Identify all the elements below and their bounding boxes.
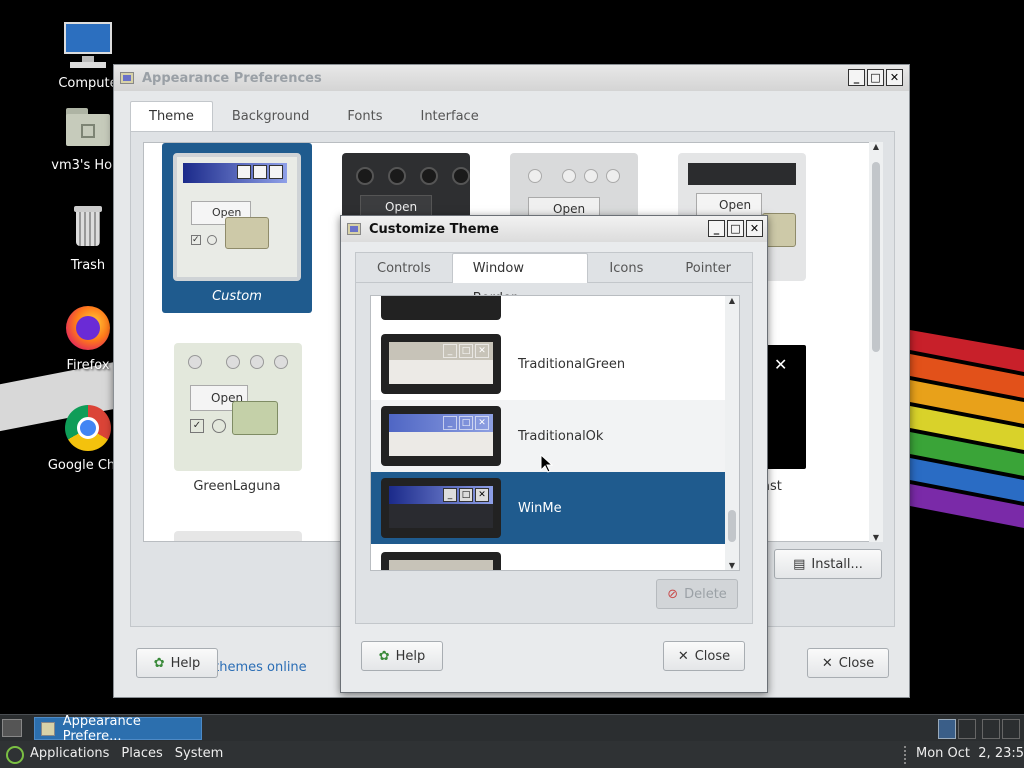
tab-interface[interactable]: Interface [401,101,497,131]
theme-preview: Open ✓ [173,153,301,281]
appearance-titlebar[interactable]: Appearance Preferences _ □ ✕ [114,65,909,91]
customize-tabs: Controls Window Border Icons Pointer [356,253,752,306]
border-name: TraditionalGreen [518,356,626,372]
install-button[interactable]: ▤ Install... [774,549,882,579]
tab-controls[interactable]: Controls [356,253,452,283]
border-preview: _ □ ✕ [381,478,501,538]
computer-icon [62,20,114,72]
close-label: Close [838,655,875,671]
desktop-icon-label: Compute [58,76,118,91]
preview-open-label: Open [696,193,762,217]
theme-label: Custom [212,289,262,304]
home-folder-icon [62,102,114,154]
theme-tile-greenlaguna[interactable]: Open ✓ [174,343,302,471]
close-icon: ✕ [889,71,900,84]
tab-theme[interactable]: Theme [130,101,213,131]
delete-button[interactable]: ⊘ Delete [656,579,738,609]
folder-icon [225,217,269,249]
appearance-help-button[interactable]: ✿ Help [136,648,218,678]
taskbar-item-appearance[interactable]: Appearance Prefere... [34,714,202,744]
border-name: WinMe [518,500,562,516]
menu-places[interactable]: Places [121,746,162,761]
maximize-button[interactable]: □ [867,69,884,86]
minimize-icon: _ [853,71,860,84]
border-preview: _ □ ✕ [381,406,501,466]
list-item[interactable] [371,296,727,326]
list-scrollbar[interactable]: ▲ ▼ [725,296,739,570]
theme-tile-custom[interactable]: Open ✓ Custom [162,143,312,313]
maximize-button[interactable]: □ [727,220,744,237]
panel-separator [904,746,906,764]
help-icon: ✿ [378,648,390,664]
appearance-app-icon [120,70,136,86]
close-icon: ✕ [677,648,689,664]
tab-background[interactable]: Background [213,101,329,131]
customize-app-icon [347,221,363,237]
appearance-window-title: Appearance Preferences [142,70,322,86]
tab-pointer[interactable]: Pointer [664,253,752,283]
theme-gallery-scrollbar[interactable]: ▲ ▼ [869,142,883,542]
maximize-icon: □ [870,71,881,84]
appearance-tabs: Theme Background Fonts Interface [130,101,498,131]
close-label: Close [694,648,731,664]
delete-label: Delete [684,586,727,602]
taskbar-item-label: Appearance Prefere... [62,713,141,744]
border-name: TraditionalOk [518,428,604,444]
customize-titlebar[interactable]: Customize Theme _ □ ✕ [341,216,767,242]
clock[interactable]: Mon Oct 2, 23:58 [916,746,1024,761]
list-item-traditionalgreen[interactable]: _ □ ✕ TraditionalGreen [371,328,727,400]
close-window-button[interactable]: ✕ [886,69,903,86]
list-item[interactable] [371,546,727,570]
tab-icons[interactable]: Icons [588,253,664,283]
border-preview: _ □ ✕ [381,334,501,394]
help-icon: ✿ [153,655,165,671]
desktop-icon-label: Firefox [66,358,110,373]
workspace-2[interactable] [958,719,976,739]
list-item-winme[interactable]: _ □ ✕ WinMe [371,472,727,544]
distro-logo-icon [6,746,24,764]
close-icon: ✕ [749,222,760,235]
workspace-1[interactable] [938,719,956,739]
delete-icon: ⊘ [667,586,679,602]
appearance-app-icon [41,721,55,736]
workspace-3[interactable] [982,719,1000,739]
customize-tab-panel: Controls Window Border Icons Pointer _□✕… [355,252,753,624]
rainbow-stripes [910,330,1024,528]
minimize-button[interactable]: _ [708,220,725,237]
customize-close-button[interactable]: ✕ Close [663,641,745,671]
show-desktop-icon[interactable] [2,719,22,737]
install-icon: ▤ [793,556,806,572]
close-icon: ✕ [821,655,833,671]
menu-system[interactable]: System [175,746,223,761]
window-border-list: _ □ ✕ TraditionalGreen _ □ ✕ TraditionalOk _… [370,295,740,571]
desktop-icon-label: Trash [70,258,106,273]
customize-theme-dialog: Customize Theme _ □ ✕ Controls Window Bo… [340,215,768,693]
mouse-pointer-icon [540,454,554,473]
taskbar: Appearance Prefere... [0,714,1024,744]
firefox-icon [62,302,114,354]
tab-window-border[interactable]: Window Border [451,253,589,306]
help-label: Help [395,648,426,664]
theme-label: GreenLaguna [193,479,281,494]
menu-applications[interactable]: Applications [30,746,109,761]
chrome-icon [62,402,114,454]
appearance-close-button[interactable]: ✕ Close [807,648,889,678]
menu-panel: Applications Places System Mon Oct 2, 23… [0,741,1024,768]
install-label: Install... [811,556,863,572]
trash-icon [62,202,114,254]
theme-label: ast [762,479,782,494]
customize-help-button[interactable]: ✿ Help [361,641,443,671]
customize-window-title: Customize Theme [369,221,499,237]
tab-fonts[interactable]: Fonts [328,101,401,131]
help-label: Help [170,655,201,671]
minimize-button[interactable]: _ [848,69,865,86]
maximize-icon: □ [730,222,741,235]
minimize-icon: _ [713,222,720,235]
close-window-button[interactable]: ✕ [746,220,763,237]
theme-tile-highcontrast[interactable]: ✕ [762,343,808,471]
workspace-4[interactable] [1002,719,1020,739]
